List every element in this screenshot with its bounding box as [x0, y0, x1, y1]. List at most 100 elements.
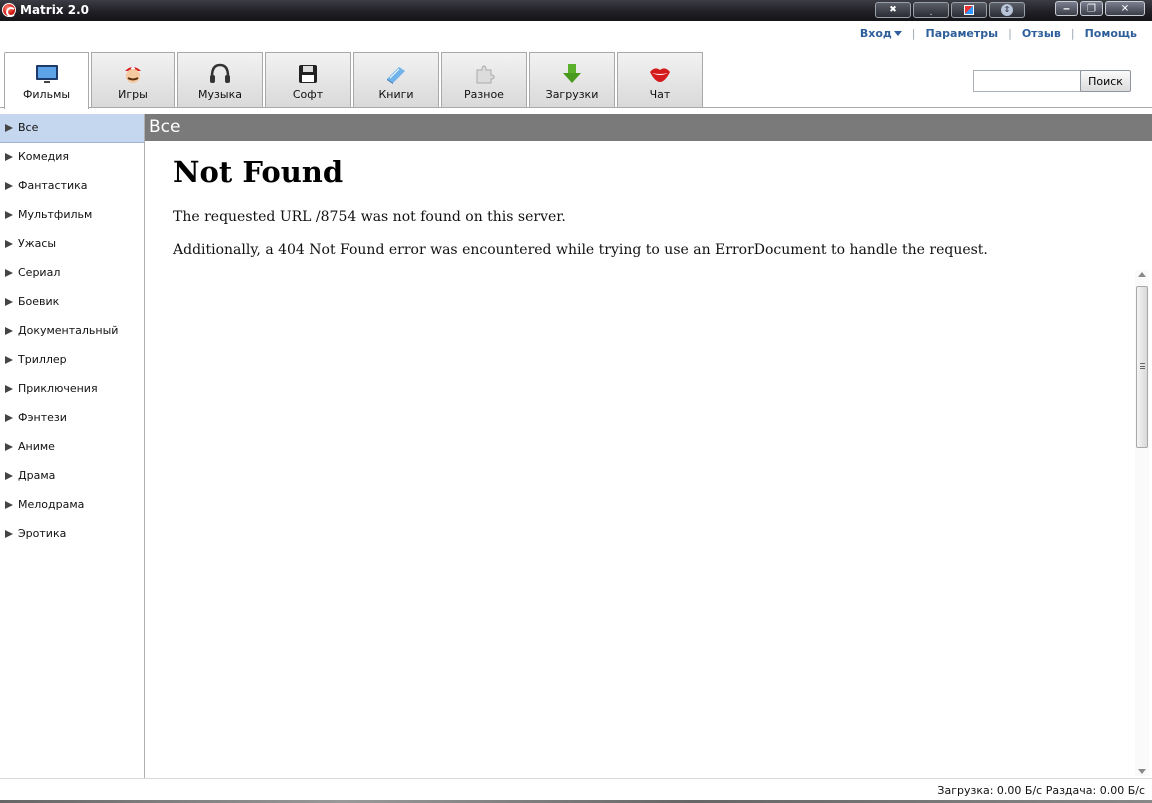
maximize-button[interactable]: ❐: [1080, 1, 1103, 16]
error-page: Not Found The requested URL /8754 was no…: [173, 155, 1123, 275]
title-bar: Matrix 2.0 ✖ . ⇕ ‒ ❐ ✕: [0, 0, 1152, 21]
tab-books[interactable]: Книги: [353, 52, 439, 108]
search-input[interactable]: [973, 70, 1081, 92]
divider: |: [1070, 26, 1075, 40]
sidebar-item-fantasy[interactable]: Фэнтези: [0, 404, 144, 433]
settings-link[interactable]: Параметры: [926, 27, 999, 40]
grip-icon: [1140, 363, 1145, 369]
sidebar-item-label: Ужасы: [18, 237, 57, 250]
tab-label: Игры: [118, 88, 148, 101]
sidebar-item-sci-fi[interactable]: Фантастика: [0, 172, 144, 201]
app-logo-icon: [2, 3, 16, 17]
tray-dot-icon[interactable]: .: [913, 2, 949, 18]
puzzle-icon: [476, 65, 495, 84]
search-button[interactable]: Поиск: [1080, 70, 1131, 92]
minimize-button[interactable]: ‒: [1055, 1, 1078, 16]
sidebar-item-label: Драма: [18, 469, 56, 482]
tab-games[interactable]: Игры: [91, 52, 175, 108]
error-details: Additionally, a 404 Not Found error was …: [173, 242, 988, 258]
sidebar-item-label: Фэнтези: [18, 411, 67, 424]
sidebar-item-label: Мультфильм: [18, 208, 93, 221]
arrow-right-icon: [5, 385, 13, 393]
chevron-down-icon: [893, 31, 902, 36]
scroll-down-arrow-icon[interactable]: [1138, 769, 1146, 774]
arrow-right-icon: [5, 443, 13, 451]
feedback-link[interactable]: Отзыв: [1022, 27, 1061, 40]
arrow-right-icon: [5, 153, 13, 161]
scroll-up-arrow-icon[interactable]: [1138, 272, 1146, 277]
sidebar-item-label: Триллер: [18, 353, 67, 366]
sidebar-item-erotica[interactable]: Эротика: [0, 520, 144, 549]
login-label: Вход: [859, 26, 892, 40]
arrow-right-icon: [5, 414, 13, 422]
sidebar-item-label: Комедия: [18, 150, 69, 163]
sidebar-item-thriller[interactable]: Триллер: [0, 346, 144, 375]
tab-label: Книги: [378, 88, 414, 101]
sidebar-item-documentary[interactable]: Документальный: [0, 317, 144, 346]
tab-misc[interactable]: Разное: [441, 52, 527, 108]
sidebar-item-label: Фантастика: [18, 179, 88, 192]
book-icon: [387, 67, 405, 84]
sidebar-item-label: Боевик: [18, 295, 60, 308]
sidebar-item-label: Сериал: [18, 266, 61, 279]
arrow-right-icon: [5, 356, 13, 364]
tab-label: Чат: [649, 88, 671, 101]
sidebar-item-label: Эротика: [18, 527, 67, 540]
arrow-right-icon: [5, 327, 13, 335]
top-links: Вход | Параметры | Отзыв | Помощь: [860, 25, 1137, 41]
error-title: Not Found: [173, 155, 344, 189]
arrow-right-icon: [5, 211, 13, 219]
arrow-right-icon: [5, 240, 13, 248]
arrow-right-icon: [5, 124, 13, 132]
tab-movies[interactable]: Фильмы: [4, 52, 89, 109]
close-button[interactable]: ✕: [1105, 1, 1145, 16]
tabs-divider: [0, 107, 1152, 108]
window-title: Matrix 2.0: [20, 3, 89, 17]
tab-downloads[interactable]: Загрузки: [529, 52, 615, 108]
tray-color-icon[interactable]: [951, 2, 987, 18]
sidebar-item-melodrama[interactable]: Мелодрама: [0, 491, 144, 520]
tab-label: Софт: [292, 88, 324, 101]
sidebar-item-comedy[interactable]: Комедия: [0, 143, 144, 172]
arrow-right-icon: [5, 182, 13, 190]
tray-player-icon[interactable]: ✖: [875, 2, 911, 18]
sidebar-item-anime[interactable]: Аниме: [0, 433, 144, 462]
login-link[interactable]: Вход: [860, 27, 902, 40]
headphones-icon: [210, 63, 230, 83]
sidebar-item-drama[interactable]: Драма: [0, 462, 144, 491]
lips-icon: [650, 68, 670, 82]
tab-label: Фильмы: [22, 88, 71, 101]
sidebar-item-adventure[interactable]: Приключения: [0, 375, 144, 404]
tab-label: Музыка: [198, 88, 242, 101]
tab-software[interactable]: Софт: [265, 52, 351, 108]
arrow-right-icon: [5, 269, 13, 277]
sidebar-item-label: Приключения: [18, 382, 98, 395]
arrow-right-icon: [5, 472, 13, 480]
sidebar-item-action[interactable]: Боевик: [0, 288, 144, 317]
scroll-thumb[interactable]: [1136, 286, 1148, 448]
tab-music[interactable]: Музыка: [177, 52, 263, 108]
category-tabs: Фильмы Игры Музыка Софт Книги Разное Заг…: [4, 52, 705, 109]
arrow-right-icon: [5, 298, 13, 306]
vertical-scrollbar[interactable]: [1135, 270, 1149, 776]
mario-icon: [125, 67, 141, 83]
tab-label: Разное: [464, 88, 504, 101]
sidebar-item-label: Мелодрама: [18, 498, 85, 511]
sidebar-item-all[interactable]: Все: [0, 114, 144, 143]
arrow-right-icon: [5, 501, 13, 509]
sidebar-item-label: Документальный: [18, 324, 119, 337]
sidebar-item-series[interactable]: Сериал: [0, 259, 144, 288]
download-arrow-icon: [563, 64, 581, 83]
error-message: The requested URL /8754 was not found on…: [173, 209, 566, 225]
divider: |: [1008, 26, 1012, 40]
sidebar-item-horror[interactable]: Ужасы: [0, 230, 144, 259]
content-header: Все: [145, 114, 1152, 141]
sidebar-item-cartoon[interactable]: Мультфильм: [0, 201, 144, 230]
arrow-right-icon: [5, 530, 13, 538]
tray-collapse-icon[interactable]: ⇕: [989, 2, 1025, 18]
sidebar-item-label: Все: [18, 121, 39, 134]
tab-chat[interactable]: Чат: [617, 52, 703, 108]
tv-icon: [35, 65, 58, 83]
help-link[interactable]: Помощь: [1085, 27, 1137, 40]
divider: |: [911, 26, 916, 40]
